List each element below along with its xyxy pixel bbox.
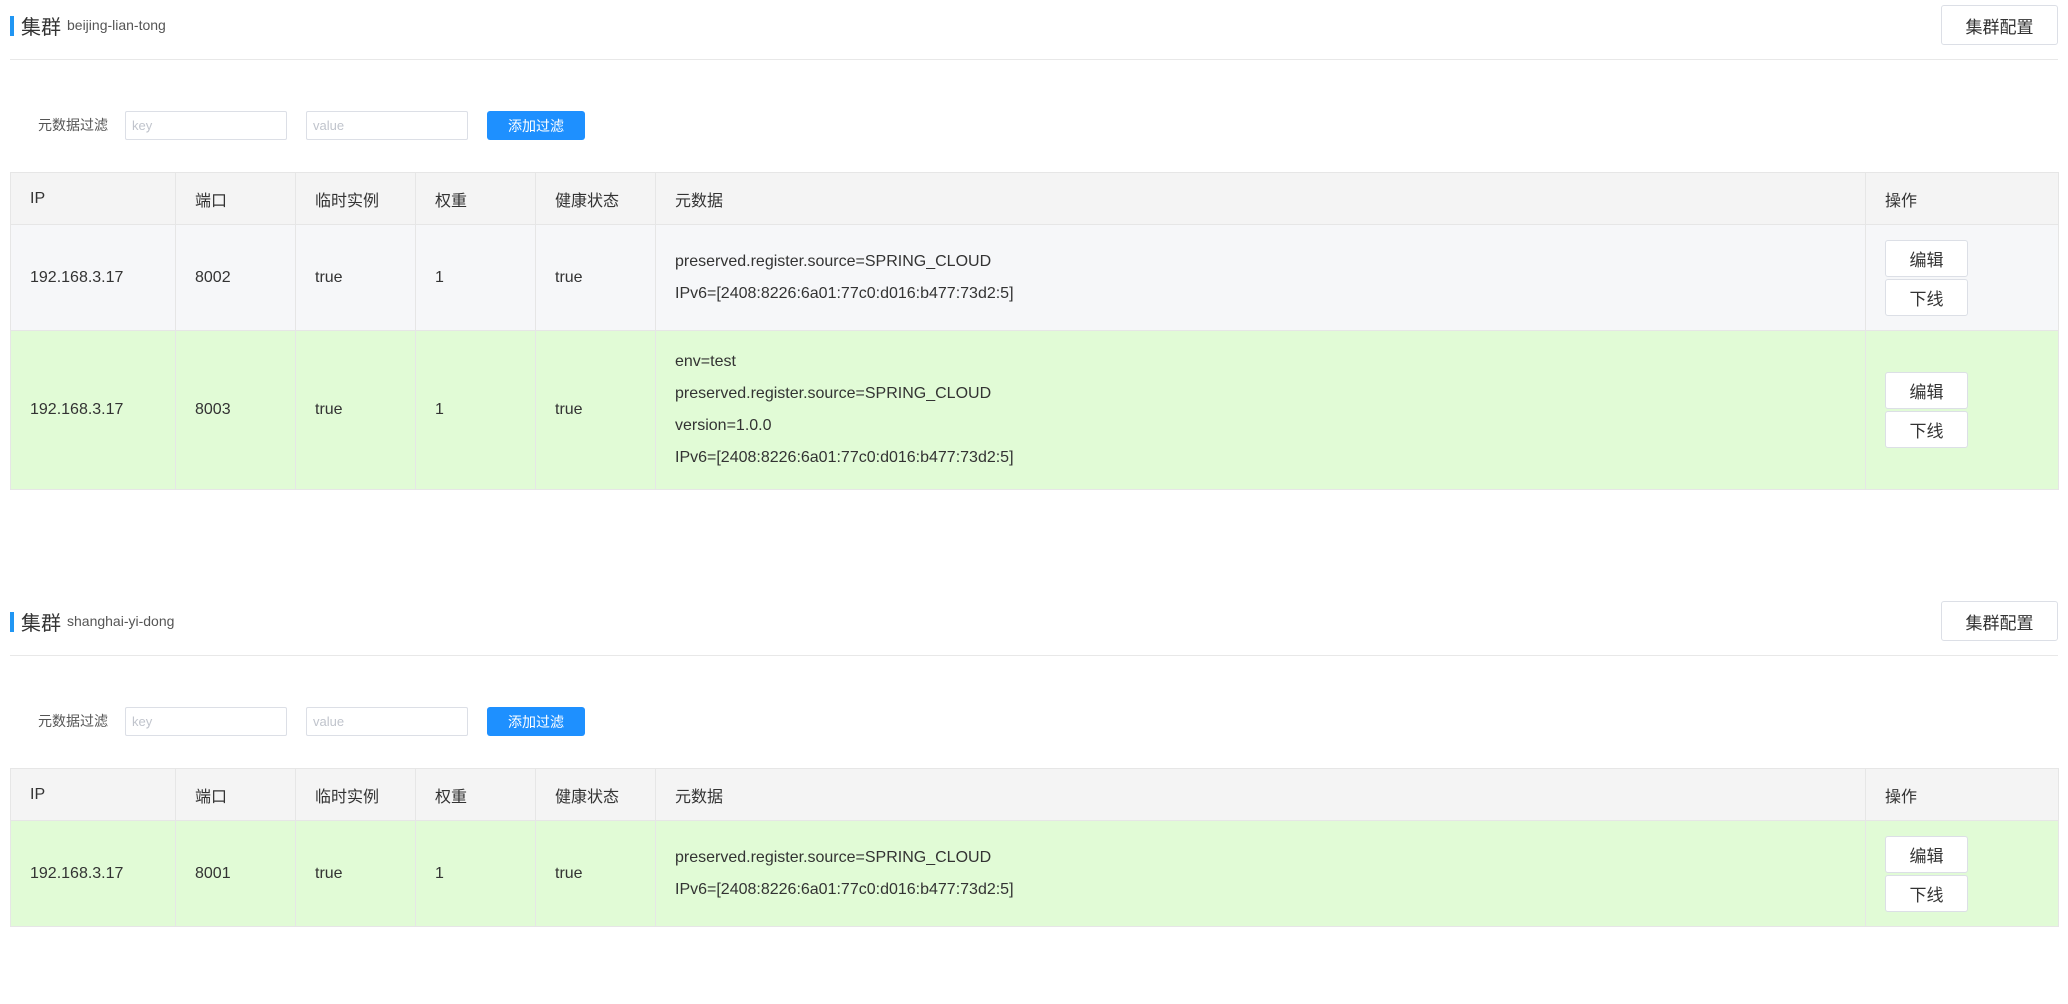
column-header-metadata: 元数据 bbox=[655, 172, 1866, 225]
cell-port: 8002 bbox=[175, 224, 296, 331]
add-filter-button[interactable]: 添加过滤 bbox=[487, 111, 585, 140]
cell-weight: 1 bbox=[415, 820, 536, 927]
cell-actions: 编辑 下线 bbox=[1865, 330, 2059, 490]
cell-metadata: env=test preserved.register.source=SPRIN… bbox=[655, 330, 1866, 490]
filter-key-input[interactable] bbox=[125, 707, 287, 736]
add-filter-button[interactable]: 添加过滤 bbox=[487, 707, 585, 736]
column-header-ephemeral: 临时实例 bbox=[295, 172, 416, 225]
filter-value-input[interactable] bbox=[306, 707, 468, 736]
column-header-ephemeral: 临时实例 bbox=[295, 768, 416, 821]
metadata-entry: preserved.register.source=SPRING_CLOUD bbox=[675, 848, 992, 866]
column-header-health: 健康状态 bbox=[535, 172, 656, 225]
cell-ip: 192.168.3.17 bbox=[10, 820, 176, 927]
metadata-entry: env=test bbox=[675, 353, 736, 370]
cell-ephemeral: true bbox=[295, 820, 416, 927]
cell-ip: 192.168.3.17 bbox=[10, 330, 176, 490]
metadata-entry: IPv6=[2408:8226:6a01:77c0:d016:b477:73d2… bbox=[675, 284, 1014, 302]
cell-healthy: true bbox=[535, 820, 656, 927]
cell-ip: 192.168.3.17 bbox=[10, 224, 176, 331]
cluster-name: beijing-lian-tong bbox=[67, 17, 166, 33]
instance-table: IP 端口 临时实例 权重 健康状态 元数据 操作 192.168.3.17 8… bbox=[10, 768, 2059, 927]
column-header-weight: 权重 bbox=[415, 172, 536, 225]
cell-port: 8003 bbox=[175, 330, 296, 490]
offline-button[interactable]: 下线 bbox=[1885, 411, 1968, 448]
cell-weight: 1 bbox=[415, 224, 536, 331]
cell-ephemeral: true bbox=[295, 330, 416, 490]
metadata-entry: version=1.0.0 bbox=[675, 417, 772, 434]
column-header-actions: 操作 bbox=[1865, 768, 2059, 821]
cluster-title: 集群 bbox=[21, 613, 61, 635]
edit-button[interactable]: 编辑 bbox=[1885, 835, 1968, 873]
metadata-entry: IPv6=[2408:8226:6a01:77c0:d016:b477:73d2… bbox=[675, 449, 1014, 466]
metadata-filter-label: 元数据过滤 bbox=[38, 117, 108, 133]
instance-table: IP 端口 临时实例 权重 健康状态 元数据 操作 192.168.3.17 8… bbox=[10, 172, 2059, 490]
column-header-actions: 操作 bbox=[1865, 172, 2059, 225]
cell-metadata: preserved.register.source=SPRING_CLOUD I… bbox=[655, 224, 1866, 331]
metadata-entry: preserved.register.source=SPRING_CLOUD bbox=[675, 385, 992, 402]
table-header-row: IP 端口 临时实例 权重 健康状态 元数据 操作 bbox=[10, 768, 2059, 821]
edit-button[interactable]: 编辑 bbox=[1885, 239, 1968, 277]
table-row: 192.168.3.17 8002 true 1 true preserved.… bbox=[10, 224, 2059, 331]
column-header-health: 健康状态 bbox=[535, 768, 656, 821]
cluster-config-button[interactable]: 集群配置 bbox=[1941, 5, 2058, 45]
cell-metadata: preserved.register.source=SPRING_CLOUD I… bbox=[655, 820, 1866, 927]
cell-healthy: true bbox=[535, 224, 656, 331]
offline-button[interactable]: 下线 bbox=[1885, 874, 1968, 912]
metadata-filter-label: 元数据过滤 bbox=[38, 713, 108, 729]
offline-button[interactable]: 下线 bbox=[1885, 278, 1968, 316]
cell-ephemeral: true bbox=[295, 224, 416, 331]
edit-button[interactable]: 编辑 bbox=[1885, 372, 1968, 409]
metadata-filter: 元数据过滤 添加过滤 bbox=[10, 656, 2058, 768]
cluster-panel-shanghai: 集群 shanghai-yi-dong 集群配置 元数据过滤 添加过滤 IP 端… bbox=[10, 596, 2059, 927]
column-header-metadata: 元数据 bbox=[655, 768, 1866, 821]
cell-port: 8001 bbox=[175, 820, 296, 927]
cluster-accent-bar bbox=[10, 16, 14, 36]
column-header-weight: 权重 bbox=[415, 768, 536, 821]
column-header-ip: IP bbox=[10, 768, 176, 821]
cell-healthy: true bbox=[535, 330, 656, 490]
cell-weight: 1 bbox=[415, 330, 536, 490]
table-row: 192.168.3.17 8001 true 1 true preserved.… bbox=[10, 820, 2059, 927]
metadata-filter: 元数据过滤 添加过滤 bbox=[10, 60, 2058, 172]
column-header-port: 端口 bbox=[175, 172, 296, 225]
column-header-ip: IP bbox=[10, 172, 176, 225]
cluster-header: 集群 shanghai-yi-dong 集群配置 bbox=[10, 596, 2058, 656]
cluster-accent-bar bbox=[10, 612, 14, 632]
cluster-header: 集群 beijing-lian-tong 集群配置 bbox=[10, 0, 2058, 60]
cluster-name: shanghai-yi-dong bbox=[67, 613, 175, 629]
cluster-config-button[interactable]: 集群配置 bbox=[1941, 601, 2058, 641]
cell-actions: 编辑 下线 bbox=[1865, 820, 2059, 927]
filter-value-input[interactable] bbox=[306, 111, 468, 140]
metadata-entry: preserved.register.source=SPRING_CLOUD bbox=[675, 252, 992, 270]
table-row: 192.168.3.17 8003 true 1 true env=test p… bbox=[10, 330, 2059, 490]
cell-actions: 编辑 下线 bbox=[1865, 224, 2059, 331]
cluster-title: 集群 bbox=[21, 17, 61, 39]
table-header-row: IP 端口 临时实例 权重 健康状态 元数据 操作 bbox=[10, 172, 2059, 225]
metadata-entry: IPv6=[2408:8226:6a01:77c0:d016:b477:73d2… bbox=[675, 880, 1014, 898]
column-header-port: 端口 bbox=[175, 768, 296, 821]
filter-key-input[interactable] bbox=[125, 111, 287, 140]
cluster-panel-beijing: 集群 beijing-lian-tong 集群配置 元数据过滤 添加过滤 IP … bbox=[10, 0, 2059, 490]
